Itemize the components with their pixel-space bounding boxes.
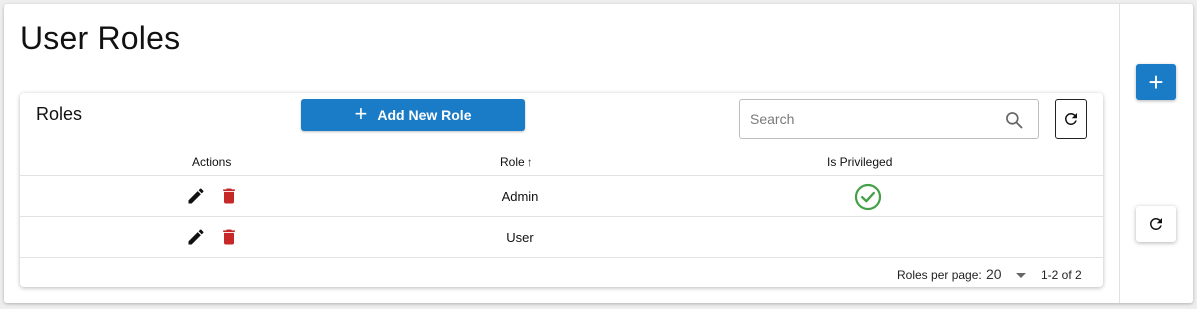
refresh-button[interactable] [1136, 206, 1176, 242]
table-header-row: Actions Role ↑ Is Privileged [20, 150, 1103, 176]
plus-icon: + [1148, 67, 1164, 97]
rows-per-page-select[interactable]: 20 [986, 266, 1002, 282]
table-refresh-button[interactable] [1055, 99, 1087, 139]
add-new-role-label: Add New Role [377, 107, 472, 123]
add-button[interactable]: + [1136, 64, 1176, 100]
search-icon[interactable] [1004, 110, 1024, 130]
add-new-role-button[interactable]: + Add New Role [301, 99, 525, 131]
pencil-icon[interactable] [186, 227, 206, 247]
table-row: User [20, 217, 1103, 258]
pagination-range: 1-2 of 2 [1041, 268, 1082, 282]
column-header-actions: Actions [192, 155, 232, 169]
rows-per-page-label: Roles per page: [897, 268, 982, 282]
column-header-is-privileged: Is Privileged [827, 155, 893, 169]
pencil-icon[interactable] [186, 186, 206, 206]
role-name: User [506, 230, 534, 245]
table-row: Admin [20, 176, 1103, 217]
check-circle-icon [854, 183, 882, 211]
roles-table-card: Roles + Add New Role Actions Role↑ [20, 93, 1103, 287]
search-field[interactable] [739, 99, 1039, 139]
refresh-icon [1064, 112, 1077, 125]
main-area: User Roles Roles + Add New Role A [4, 4, 1119, 303]
chevron-down-icon[interactable] [1016, 273, 1026, 278]
page-card: User Roles Roles + Add New Role A [4, 4, 1193, 303]
table-pagination: Roles per page: 20 1-2 of 2 [20, 258, 1103, 287]
trash-icon[interactable] [219, 226, 239, 248]
role-name: Admin [501, 189, 539, 204]
right-action-rail: + [1119, 4, 1193, 303]
page-title: User Roles [20, 20, 181, 56]
column-header-role[interactable]: Role ↑ [500, 155, 533, 169]
column-header-role-label: Role [500, 155, 525, 169]
plus-icon: + [354, 101, 368, 126]
trash-icon[interactable] [219, 185, 239, 207]
refresh-icon [1149, 217, 1162, 230]
table-title: Roles [36, 104, 83, 124]
sort-ascending-icon[interactable]: ↑ [527, 155, 533, 169]
search-input[interactable] [750, 100, 990, 138]
